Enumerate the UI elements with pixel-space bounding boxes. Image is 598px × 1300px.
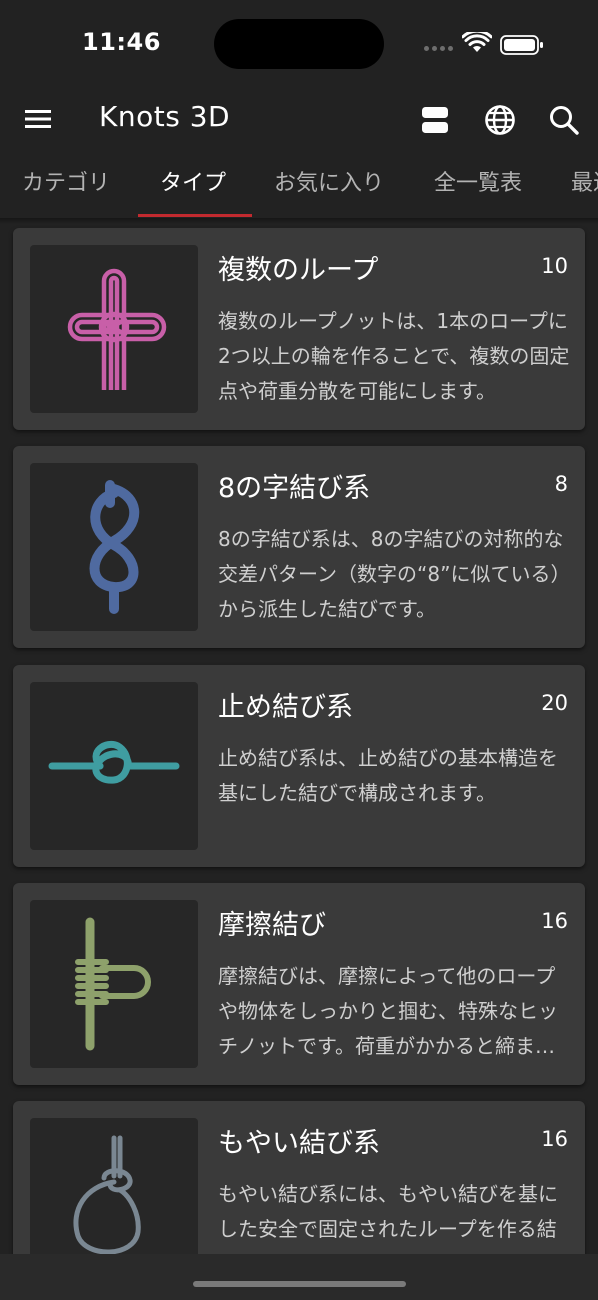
knot-thumbnail xyxy=(30,463,198,631)
card-count: 16 xyxy=(541,1127,568,1151)
globe-icon xyxy=(485,105,515,135)
tab-recent[interactable]: 最近 xyxy=(571,160,598,218)
view-toggle-icon xyxy=(422,107,448,133)
knot-thumbnail xyxy=(30,900,198,1068)
search-button[interactable] xyxy=(547,103,581,137)
knot-type-list: 複数のループ 10 複数のループノットは、1本のロープに2つ以上の輪を作ることで… xyxy=(0,224,598,1254)
tab-type[interactable]: タイプ xyxy=(160,160,226,218)
home-indicator[interactable] xyxy=(193,1281,406,1287)
app-title: Knots 3D xyxy=(99,100,231,133)
tab-all-list[interactable]: 全一覧表 xyxy=(434,160,522,218)
menu-icon xyxy=(25,110,51,128)
card-description: もやい結び系には、もやい結びを基にした安全で固定されたループを作る結びが含まれま… xyxy=(218,1182,558,1254)
dynamic-island xyxy=(214,19,384,69)
tab-category[interactable]: カテゴリ xyxy=(22,160,110,218)
card-description: 止め結び系は、止め結びの基本構造を基にした結びで構成されます。 xyxy=(218,746,558,805)
multiple-loops-knot-icon xyxy=(67,268,167,390)
search-icon xyxy=(550,106,579,135)
card-title: 摩擦結び xyxy=(218,910,326,941)
bottom-safe-area xyxy=(0,1254,598,1300)
card-count: 10 xyxy=(541,254,568,278)
card-title: 止め結び系 xyxy=(218,692,353,723)
list-item[interactable]: 摩擦結び 16 摩擦結びは、摩擦によって他のロープや物体をしっかりと掴む、特殊な… xyxy=(13,883,585,1085)
view-toggle-button[interactable] xyxy=(418,103,452,137)
list-item[interactable]: 止め結び系 20 止め結び系は、止め結びの基本構造を基にした結びで構成されます。 xyxy=(13,665,585,867)
active-tab-indicator xyxy=(138,214,252,217)
knot-thumbnail xyxy=(30,245,198,413)
card-description: 摩擦結びは、摩擦によって他のロープや物体をしっかりと掴む、特殊なヒッチノットです… xyxy=(218,964,558,1058)
card-description: 8の字結び系は、8の字結びの対称的な交差パターン（数字の“8”に似ている）から派… xyxy=(218,527,564,621)
menu-button[interactable] xyxy=(22,106,54,132)
list-item[interactable]: 8の字結び系 8 8の字結び系は、8の字結びの対称的な交差パターン（数字の“8”… xyxy=(13,446,585,648)
bowline-knot-icon xyxy=(73,1135,141,1254)
knot-thumbnail xyxy=(30,1118,198,1254)
list-item[interactable]: もやい結び系 16 もやい結び系には、もやい結びを基にした安全で固定されたループ… xyxy=(13,1101,585,1254)
language-button[interactable] xyxy=(483,103,517,137)
card-count: 16 xyxy=(541,909,568,933)
overhand-knot-icon xyxy=(48,741,180,784)
figure-eight-knot-icon xyxy=(89,480,140,614)
cellular-signal-icon xyxy=(424,44,456,52)
tab-bar: カテゴリ タイプ お気に入り 全一覧表 最近 xyxy=(0,160,598,220)
status-time: 11:46 xyxy=(82,28,161,56)
tab-favorites[interactable]: お気に入り xyxy=(274,160,384,218)
card-description: 複数のループノットは、1本のロープに2つ以上の輪を作ることで、複数の固定点や荷重… xyxy=(218,309,570,403)
card-title: もやい結び系 xyxy=(218,1128,380,1159)
card-count: 20 xyxy=(541,691,568,715)
card-title: 8の字結び系 xyxy=(218,473,371,504)
battery-icon xyxy=(500,35,543,55)
knot-thumbnail xyxy=(30,682,198,850)
card-title: 複数のループ xyxy=(218,255,379,286)
list-item[interactable]: 複数のループ 10 複数のループノットは、1本のロープに2つ以上の輪を作ることで… xyxy=(13,228,585,430)
card-count: 8 xyxy=(554,472,568,496)
friction-hitch-knot-icon xyxy=(75,917,151,1051)
status-bar: 11:46 xyxy=(0,0,598,88)
app-bar: Knots 3D xyxy=(0,88,598,150)
wifi-icon xyxy=(462,32,492,52)
